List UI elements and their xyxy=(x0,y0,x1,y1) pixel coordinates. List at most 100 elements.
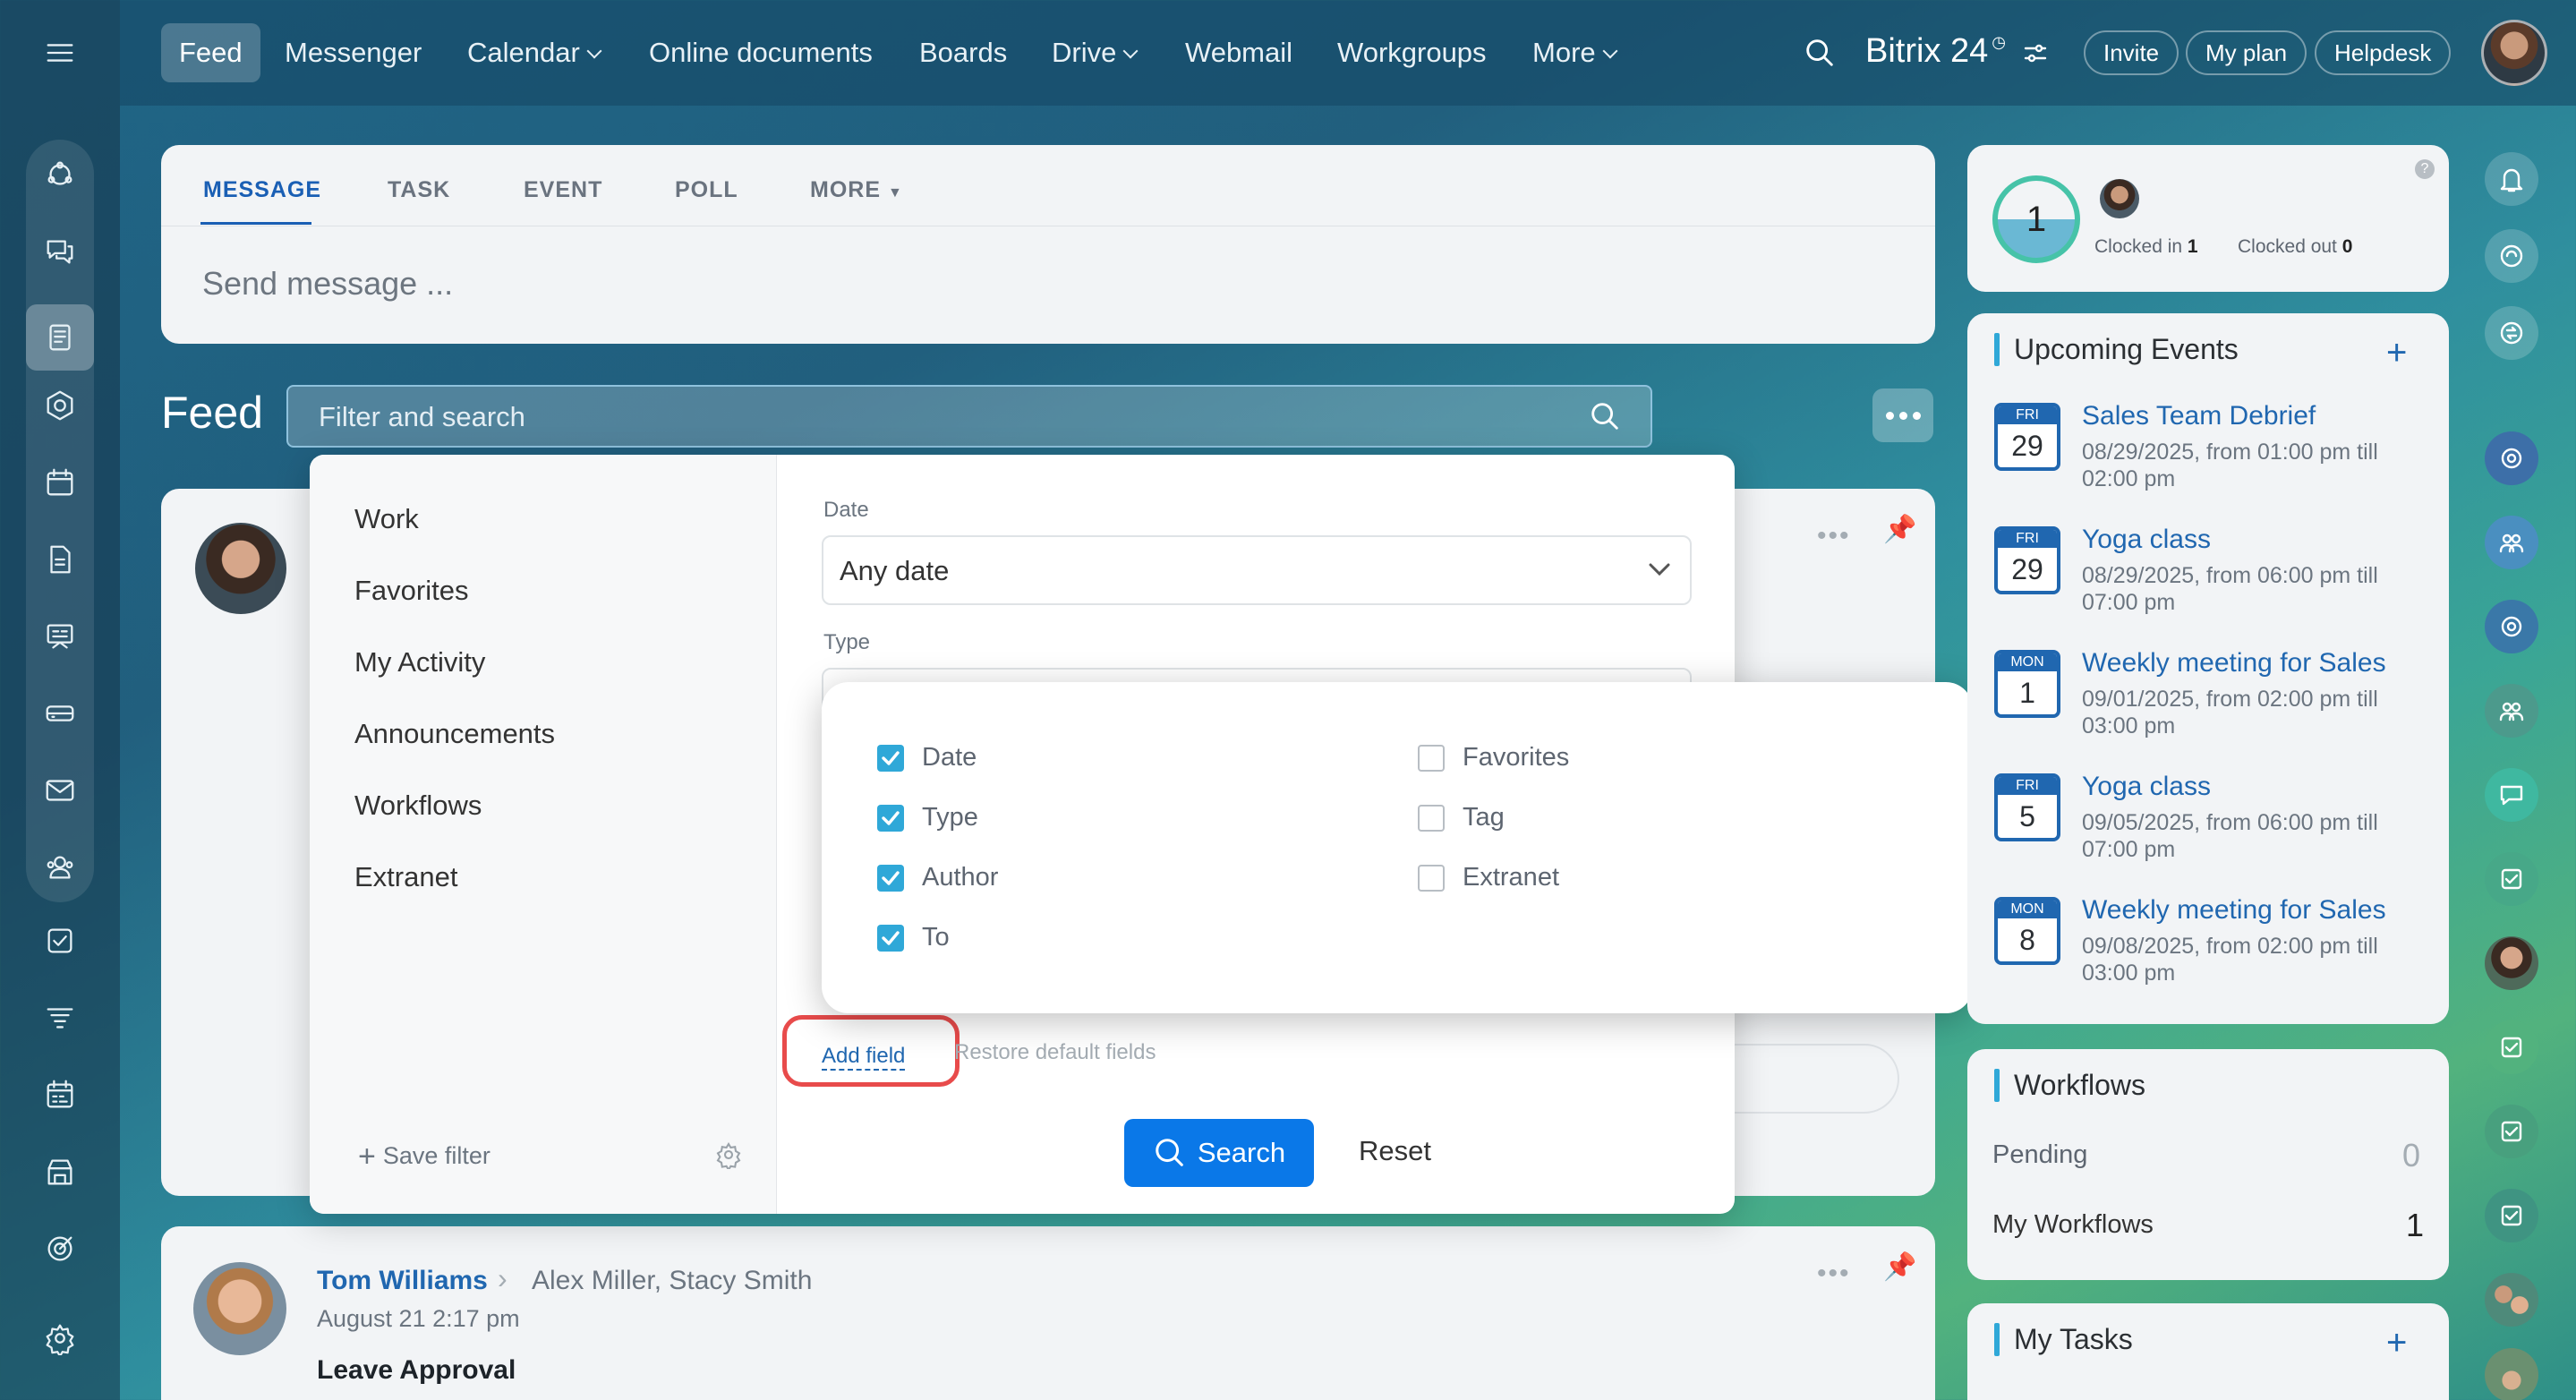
event-title[interactable]: Weekly meeting for Sales xyxy=(2082,648,2386,679)
preset-extranet[interactable]: Extranet xyxy=(354,861,457,893)
preset-work[interactable]: Work xyxy=(354,503,419,535)
user-avatar[interactable] xyxy=(2481,20,2547,86)
event-title[interactable]: Sales Team Debrief xyxy=(2082,401,2316,431)
post-date[interactable]: August 21 2:17 pm xyxy=(317,1305,520,1333)
author-avatar[interactable] xyxy=(193,1262,286,1355)
checkbox-favorites[interactable] xyxy=(1418,745,1445,772)
tab-event[interactable]: EVENT xyxy=(524,177,602,203)
task-chat-icon[interactable] xyxy=(2485,852,2538,906)
sidebar-crm-icon[interactable] xyxy=(36,994,84,1042)
tab-task[interactable]: TASK xyxy=(388,177,450,203)
message-input[interactable]: Send message ... xyxy=(202,265,453,303)
pin-icon[interactable]: 📌 xyxy=(1883,514,1916,545)
add-event-icon[interactable]: + xyxy=(2386,335,2407,371)
nav-feed[interactable]: Feed xyxy=(161,23,260,82)
checkbox-author[interactable] xyxy=(877,865,904,892)
checkbox-extranet[interactable] xyxy=(1418,865,1445,892)
contact-avatar[interactable] xyxy=(2485,1348,2538,1400)
reset-button[interactable]: Reset xyxy=(1359,1135,1431,1167)
nav-workgroups[interactable]: Workgroups xyxy=(1337,23,1487,82)
nav-calendar[interactable]: Calendar xyxy=(467,23,602,82)
checkbox-type[interactable] xyxy=(877,805,904,832)
brand-logo[interactable]: Bitrix 24 ◷ xyxy=(1865,32,2006,71)
preset-favorites[interactable]: Favorites xyxy=(354,575,468,607)
user-avatar[interactable] xyxy=(2100,179,2139,218)
post-author[interactable]: Tom Williams xyxy=(317,1266,488,1296)
checkbox-label-to[interactable]: To xyxy=(922,923,950,952)
pin-icon[interactable]: 📌 xyxy=(1883,1251,1916,1283)
nav-webmail[interactable]: Webmail xyxy=(1185,23,1292,82)
task-chat-icon[interactable] xyxy=(2485,1020,2538,1074)
team-chat-icon[interactable] xyxy=(2485,684,2538,738)
notifications-icon[interactable] xyxy=(2485,152,2538,206)
copilot-icon[interactable] xyxy=(2485,229,2538,283)
author-avatar[interactable] xyxy=(195,523,286,614)
date-select[interactable]: Any date xyxy=(822,535,1692,605)
sidebar-feed-icon[interactable] xyxy=(26,304,94,371)
sidebar-ai-icon[interactable] xyxy=(36,150,84,199)
group-chat-icon[interactable] xyxy=(2485,516,2538,569)
contact-avatar[interactable] xyxy=(2485,936,2538,990)
checkbox-label-author[interactable]: Author xyxy=(922,863,998,892)
channel-icon[interactable] xyxy=(2485,600,2538,653)
search-icon[interactable] xyxy=(1588,399,1622,433)
helpdesk-button[interactable]: Helpdesk xyxy=(2315,30,2452,75)
sidebar-documents-icon[interactable] xyxy=(36,535,84,584)
my-plan-button[interactable]: My plan xyxy=(2186,30,2307,75)
tab-more[interactable]: MORE ▼ xyxy=(810,177,903,203)
add-task-icon[interactable]: + xyxy=(2386,1325,2407,1361)
event-title[interactable]: Weekly meeting for Sales xyxy=(2082,895,2386,926)
hamburger-menu-icon[interactable] xyxy=(36,29,84,77)
nav-messenger[interactable]: Messenger xyxy=(285,23,422,82)
pending-label[interactable]: Pending xyxy=(1992,1140,2087,1170)
help-icon[interactable]: ? xyxy=(2415,159,2435,179)
nav-online-documents[interactable]: Online documents xyxy=(649,23,873,82)
checkbox-label-date[interactable]: Date xyxy=(922,743,977,773)
task-chat-icon[interactable] xyxy=(2485,1105,2538,1158)
sidebar-settings-icon[interactable] xyxy=(36,1314,84,1362)
checkbox-to[interactable] xyxy=(877,925,904,952)
open-channel-icon[interactable] xyxy=(2485,431,2538,485)
sidebar-drive-icon[interactable] xyxy=(36,689,84,738)
checkbox-label-tag[interactable]: Tag xyxy=(1463,803,1505,832)
nav-more[interactable]: More xyxy=(1532,23,1618,82)
sidebar-mail-icon[interactable] xyxy=(36,766,84,815)
save-filter-button[interactable]: + Save filter xyxy=(358,1137,490,1174)
sidebar-store-icon[interactable] xyxy=(36,1148,84,1196)
checkbox-label-favorites[interactable]: Favorites xyxy=(1463,743,1569,773)
gear-icon[interactable] xyxy=(714,1140,743,1169)
event-title[interactable]: Yoga class xyxy=(2082,772,2211,802)
sidebar-boards-icon[interactable] xyxy=(36,612,84,661)
post-more-icon[interactable]: ••• xyxy=(1817,521,1851,551)
post-recipients[interactable]: Alex Miller, Stacy Smith xyxy=(532,1266,812,1296)
preset-my-activity[interactable]: My Activity xyxy=(354,646,485,679)
tab-message[interactable]: MESSAGE xyxy=(203,177,321,203)
sidebar-tasks-icon[interactable] xyxy=(36,917,84,965)
preset-announcements[interactable]: Announcements xyxy=(354,718,555,750)
task-chat-icon[interactable] xyxy=(2485,1189,2538,1242)
sidebar-planner-icon[interactable] xyxy=(36,1071,84,1119)
tab-poll[interactable]: POLL xyxy=(675,177,738,203)
clock-in-counter[interactable]: 1 xyxy=(1992,175,2080,263)
post-more-icon[interactable]: ••• xyxy=(1817,1259,1851,1289)
checkbox-label-extranet[interactable]: Extranet xyxy=(1463,863,1559,892)
sidebar-chat-icon[interactable] xyxy=(36,227,84,276)
checkbox-tag[interactable] xyxy=(1418,805,1445,832)
filter-search-input[interactable]: Filter and search xyxy=(286,385,1652,448)
checkbox-date[interactable] xyxy=(877,745,904,772)
invite-button[interactable]: Invite xyxy=(2084,30,2179,75)
feed-options-button[interactable] xyxy=(1872,388,1933,442)
sidebar-workgroups-icon[interactable] xyxy=(36,843,84,892)
checkbox-label-type[interactable]: Type xyxy=(922,803,978,832)
nav-boards[interactable]: Boards xyxy=(919,23,1007,82)
search-icon[interactable] xyxy=(1803,36,1837,70)
sidebar-goals-icon[interactable] xyxy=(36,1225,84,1273)
sync-icon[interactable] xyxy=(2485,306,2538,360)
restore-defaults-link[interactable]: Restore default fields xyxy=(954,1035,1156,1071)
preset-workflows[interactable]: Workflows xyxy=(354,790,482,822)
settings-sliders-icon[interactable] xyxy=(2023,41,2048,66)
messages-icon[interactable] xyxy=(2485,768,2538,822)
nav-drive[interactable]: Drive xyxy=(1052,23,1139,82)
group-avatar[interactable] xyxy=(2485,1273,2538,1327)
sidebar-calendar-icon[interactable] xyxy=(36,458,84,507)
